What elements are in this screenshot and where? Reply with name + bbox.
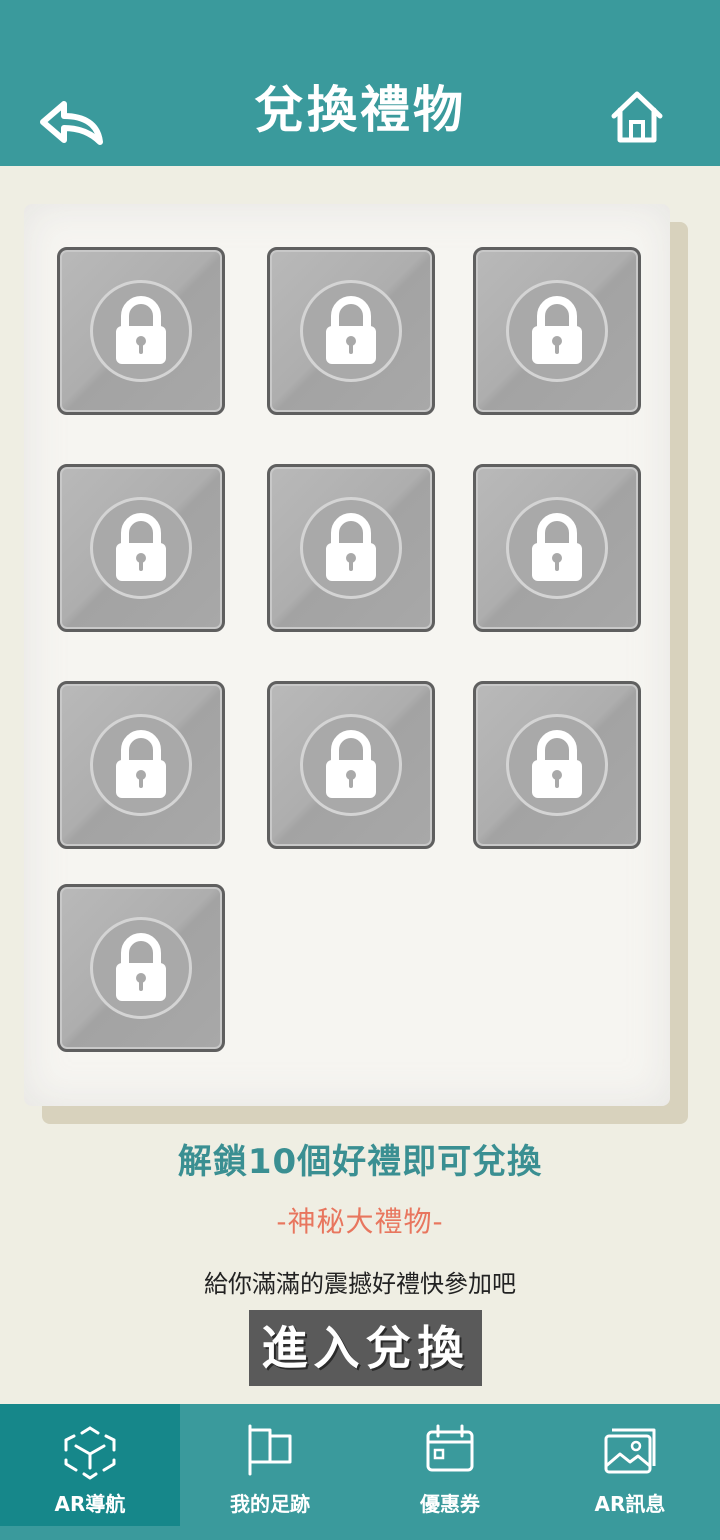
mystery-gift-text: -神秘大禮物- [276,1205,444,1238]
lock-icon [326,296,376,364]
gift-tile-locked[interactable] [57,884,225,1052]
lock-icon [116,933,166,1001]
nav-item-ar-navigation[interactable]: AR導航 [0,1404,180,1526]
lock-icon [116,296,166,364]
promo-description: 給你滿滿的震撼好禮快參加吧 [204,1270,516,1298]
lock-icon [326,513,376,581]
bottom-nav: AR導航 我的足跡 優惠券 AR訊息 [0,1404,720,1540]
gift-tile-locked[interactable] [57,247,225,415]
gift-tile-locked[interactable] [57,464,225,632]
gift-tile-locked[interactable] [473,681,641,849]
nav-item-coupons[interactable]: 優惠券 [360,1404,540,1526]
gift-tile-locked[interactable] [473,247,641,415]
nav-item-my-footprint[interactable]: 我的足跡 [180,1404,360,1526]
lock-icon [116,730,166,798]
lock-icon [116,513,166,581]
unlock-requirement-text: 解鎖10個好禮即可兌換 [177,1142,543,1182]
photo-gallery-icon [604,1428,656,1474]
home-icon [611,91,663,143]
home-button[interactable] [608,88,666,146]
nav-label: AR導航 [54,1492,126,1516]
nav-label: AR訊息 [594,1492,666,1516]
app-header: 兌換禮物 [0,0,720,166]
ar-cube-icon [64,1426,116,1480]
gift-tile-locked[interactable] [267,464,435,632]
lock-icon [532,296,582,364]
nav-item-ar-message[interactable]: AR訊息 [540,1404,720,1526]
lock-icon [532,513,582,581]
gift-tile-locked[interactable] [267,247,435,415]
lock-icon [532,730,582,798]
nav-label: 我的足跡 [230,1492,310,1516]
lock-icon [326,730,376,798]
gift-tile-locked[interactable] [267,681,435,849]
nav-label: 優惠券 [420,1492,480,1516]
enter-exchange-button[interactable]: 進入兌換 [249,1310,482,1386]
calendar-coupon-icon [426,1424,474,1472]
gift-tile-locked[interactable] [473,464,641,632]
gift-tile-locked[interactable] [57,681,225,849]
flag-icon [248,1424,292,1476]
